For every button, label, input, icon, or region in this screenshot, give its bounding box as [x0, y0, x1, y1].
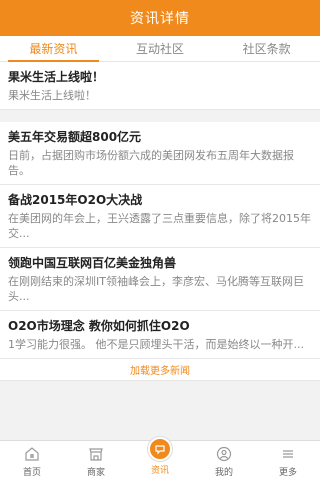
news-title: 备战2015年O2O大决战 — [8, 193, 143, 207]
nav-label: 首页 — [22, 468, 41, 478]
news-title: 果米生活上线啦！ — [8, 70, 105, 84]
page-title: 资讯详情 — [130, 11, 190, 27]
store-icon — [87, 445, 105, 463]
user-icon — [215, 445, 233, 463]
nav-label: 我的 — [214, 468, 233, 478]
tab-label: 互动社区 — [136, 42, 185, 56]
news-summary: 1学习能力很强。 他不是只顾埋头干活，而是始终以一种开... — [8, 338, 304, 351]
tab-latest-news[interactable]: 最新资讯 — [0, 36, 107, 62]
tab-label: 社区条款 — [242, 42, 291, 56]
tab-community-terms[interactable]: 社区条款 — [213, 36, 320, 61]
bottom-nav: 首页 商家 资讯 我的 更多 — [0, 437, 320, 480]
nav-store[interactable]: 商家 — [64, 441, 128, 480]
tab-community[interactable]: 互动社区 — [107, 36, 214, 61]
news-summary: 日前，占据团购市场份额六成的美团网发布五周年大数据报告。 — [8, 149, 294, 177]
news-item[interactable]: 领跑中国互联网百亿美金独角兽 在刚刚结束的深圳IT领袖峰会上，李彦宏、马化腾等互… — [0, 248, 320, 311]
news-title: O2O市场理念 教你如何抓住O2O — [8, 319, 190, 333]
nav-label: 商家 — [86, 468, 105, 478]
page-header: 资讯详情 — [0, 0, 320, 36]
news-item[interactable]: O2O市场理念 教你如何抓住O2O 1学习能力很强。 他不是只顾埋头干活，而是始… — [0, 311, 320, 359]
load-more-button[interactable]: 加载更多新闻 — [0, 359, 320, 381]
nav-label: 更多 — [278, 468, 297, 478]
news-item[interactable]: 备战2015年O2O大决战 在美团网的年会上，王兴透露了三点重要信息，除了将20… — [0, 185, 320, 248]
more-icon — [279, 445, 297, 463]
news-summary: 果米生活上线啦！ — [8, 89, 96, 102]
nav-label: 资讯 — [150, 466, 169, 476]
news-title: 领跑中国互联网百亿美金独角兽 — [8, 256, 177, 270]
nav-mine[interactable]: 我的 — [192, 441, 256, 480]
news-summary: 在美团网的年会上，王兴透露了三点重要信息，除了将2015年交... — [8, 212, 311, 240]
news-item[interactable]: 果米生活上线啦！ 果米生活上线啦！ — [0, 62, 320, 110]
news-item[interactable]: 美五年交易额超800亿元 日前，占据团购市场份额六成的美团网发布五周年大数据报告… — [0, 122, 320, 185]
nav-home[interactable]: 首页 — [0, 441, 64, 480]
tab-label: 最新资讯 — [29, 42, 78, 56]
home-icon — [23, 445, 41, 463]
nav-news[interactable]: 资讯 — [128, 437, 192, 480]
news-summary: 在刚刚结束的深圳IT领袖峰会上，李彦宏、马化腾等互联网巨头... — [8, 275, 304, 303]
nav-more[interactable]: 更多 — [256, 441, 320, 480]
load-more-label: 加载更多新闻 — [130, 366, 190, 377]
news-title: 美五年交易额超800亿元 — [8, 130, 142, 144]
tab-bar: 最新资讯 互动社区 社区条款 — [0, 36, 320, 62]
news-icon — [148, 437, 172, 461]
news-list: 果米生活上线啦！ 果米生活上线啦！ 美五年交易额超800亿元 日前，占据团购市场… — [0, 62, 320, 417]
